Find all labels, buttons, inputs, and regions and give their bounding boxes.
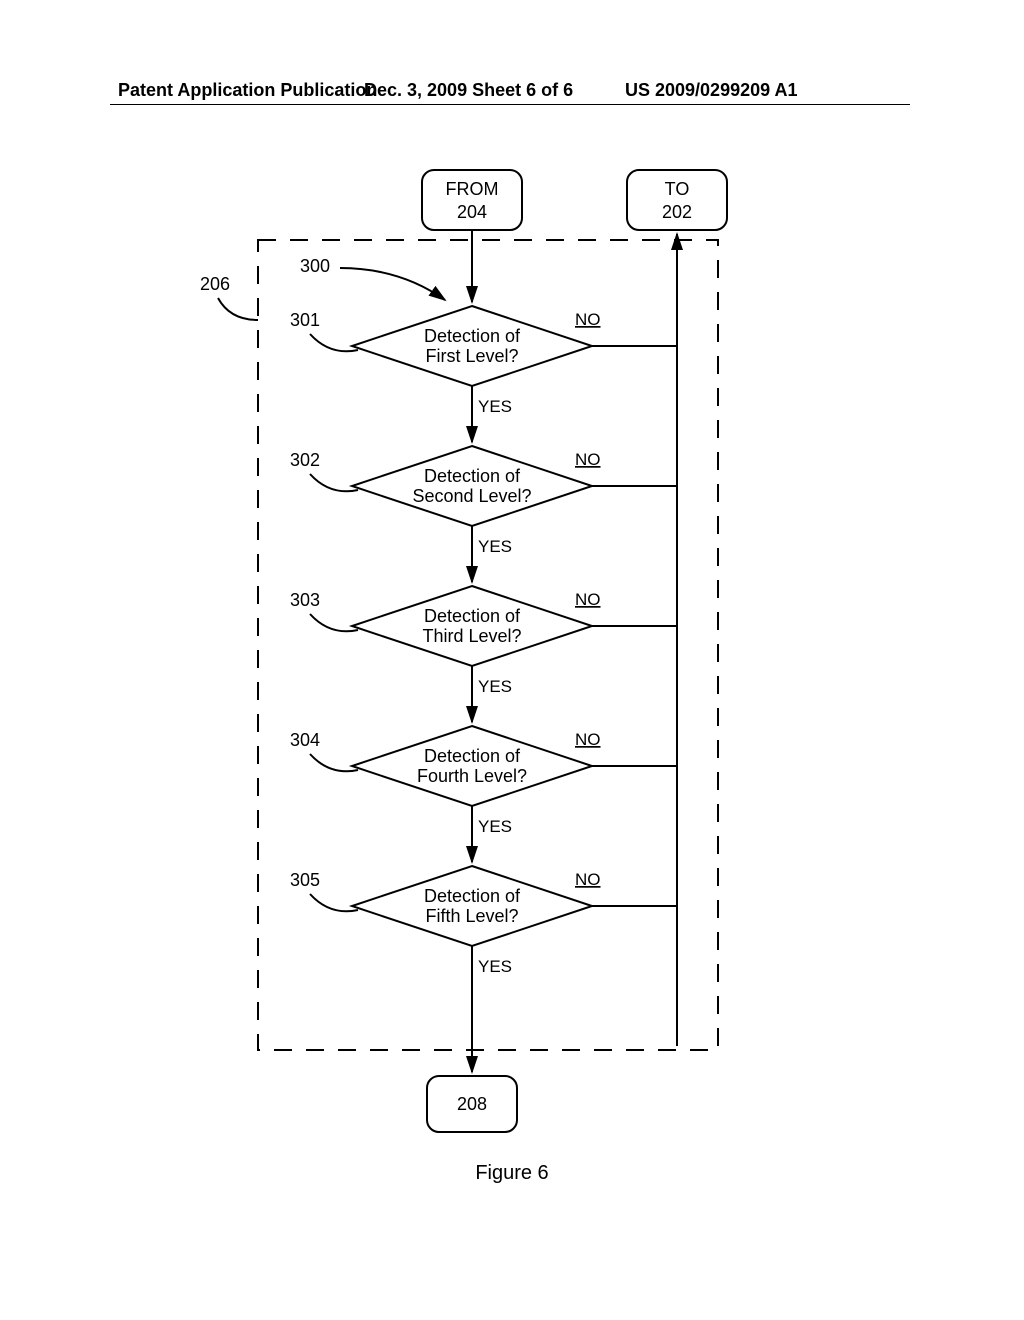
decision-d1-line2: First Level?: [425, 346, 518, 366]
leader-302: [310, 474, 358, 491]
label-d4-no: NO: [575, 730, 601, 749]
ref-206: 206: [200, 274, 230, 294]
decision-d1-line1: Detection of: [424, 326, 521, 346]
label-d1-yes: YES: [478, 397, 512, 416]
label-d3-yes: YES: [478, 677, 512, 696]
decision-d3-line1: Detection of: [424, 606, 521, 626]
leader-304: [310, 754, 358, 771]
label-d5-no: NO: [575, 870, 601, 889]
label-d5-yes: YES: [478, 957, 512, 976]
decision-d3-line2: Third Level?: [422, 626, 521, 646]
terminal-to-line1: TO: [665, 179, 690, 199]
leader-305: [310, 894, 358, 911]
decision-d2-line2: Second Level?: [412, 486, 531, 506]
ref-302: 302: [290, 450, 320, 470]
ref-305: 305: [290, 870, 320, 890]
decision-d4-line1: Detection of: [424, 746, 521, 766]
figure-label: Figure 6: [0, 1162, 1024, 1185]
label-d4-yes: YES: [478, 817, 512, 836]
flowchart-svg: FROM 204 TO 202 Detection of First Level…: [0, 0, 1024, 1320]
label-d2-no: NO: [575, 450, 601, 469]
terminal-from-line1: FROM: [446, 179, 499, 199]
terminal-to-line2: 202: [662, 202, 692, 222]
terminal-from-line2: 204: [457, 202, 487, 222]
leader-300: [340, 268, 445, 300]
decision-d2-line1: Detection of: [424, 466, 521, 486]
leader-206: [218, 298, 258, 320]
decision-d4-line2: Fourth Level?: [417, 766, 527, 786]
ref-303: 303: [290, 590, 320, 610]
ref-304: 304: [290, 730, 320, 750]
decision-d5-line1: Detection of: [424, 886, 521, 906]
leader-303: [310, 614, 358, 631]
label-d3-no: NO: [575, 590, 601, 609]
decision-d5-line2: Fifth Level?: [425, 906, 518, 926]
label-d2-yes: YES: [478, 537, 512, 556]
terminal-exit-label: 208: [457, 1094, 487, 1114]
label-d1-no: NO: [575, 310, 601, 329]
leader-301: [310, 334, 358, 351]
ref-301: 301: [290, 310, 320, 330]
ref-300: 300: [300, 256, 330, 276]
